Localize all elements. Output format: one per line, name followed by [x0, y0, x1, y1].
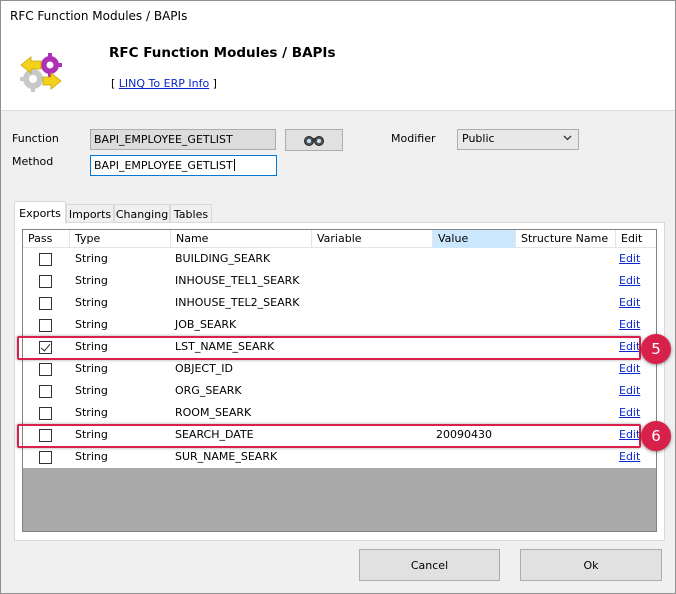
name-cell: INHOUSE_TEL1_SEARK — [175, 274, 300, 287]
window-title: RFC Function Modules / BAPIs — [10, 9, 188, 23]
link-bracket-close: ] — [212, 77, 217, 90]
modifier-label: Modifier — [391, 132, 436, 145]
tab-exports[interactable]: Exports — [14, 201, 66, 224]
ok-button[interactable]: Ok — [520, 549, 662, 581]
callout-highlight-6 — [17, 424, 641, 448]
pass-checkbox[interactable] — [39, 297, 52, 310]
name-cell: INHOUSE_TEL2_SEARK — [175, 296, 300, 309]
type-cell: String — [75, 406, 108, 419]
header-title: RFC Function Modules / BAPIs — [109, 45, 336, 61]
column-header-name[interactable]: Name — [171, 230, 312, 248]
name-cell: JOB_SEARK — [175, 318, 237, 331]
pass-checkbox[interactable] — [39, 363, 52, 376]
function-label: Function — [12, 132, 59, 145]
tab-changing[interactable]: Changing — [114, 204, 170, 224]
name-cell: ORG_SEARK — [175, 384, 242, 397]
edit-link[interactable]: Edit — [619, 270, 640, 292]
column-header-variable[interactable]: Variable — [312, 230, 433, 248]
pass-checkbox[interactable] — [39, 407, 52, 420]
type-cell: String — [75, 450, 108, 463]
pass-checkbox[interactable] — [39, 451, 52, 464]
table-row[interactable]: String SUR_NAME_SEARK Edit — [23, 446, 656, 468]
name-cell: SUR_NAME_SEARK — [175, 450, 278, 463]
type-cell: String — [75, 274, 108, 287]
search-function-button[interactable] — [285, 129, 343, 151]
edit-link[interactable]: Edit — [619, 292, 640, 314]
callout-badge-5: 5 — [641, 334, 671, 364]
tab-tables[interactable]: Tables — [170, 204, 212, 224]
table-row[interactable]: String INHOUSE_TEL2_SEARK Edit — [23, 292, 656, 314]
modifier-value: Public — [462, 132, 495, 145]
edit-link[interactable]: Edit — [619, 248, 640, 270]
edit-link[interactable]: Edit — [619, 402, 640, 424]
column-header-edit[interactable]: Edit — [616, 230, 656, 248]
title-bar: RFC Function Modules / BAPIs — [1, 1, 675, 31]
cancel-button-label: Cancel — [410, 558, 449, 572]
type-cell: String — [75, 384, 108, 397]
name-cell: BUILDING_SEARK — [175, 252, 271, 265]
column-header-value[interactable]: Value — [433, 230, 516, 248]
gears-logo-icon — [20, 53, 62, 92]
edit-link[interactable]: Edit — [619, 446, 640, 468]
edit-link[interactable]: Edit — [619, 314, 640, 336]
ok-button-label: Ok — [583, 558, 599, 572]
name-cell: ROOM_SEARK — [175, 406, 252, 419]
binoculars-icon — [304, 136, 324, 146]
tab-imports-label: Imports — [68, 208, 112, 221]
info-link-wrapper: [ LINQ To ERP Info ] — [111, 77, 217, 90]
callout-badge-6: 6 — [641, 421, 671, 451]
type-cell: String — [75, 362, 108, 375]
edit-link[interactable]: Edit — [619, 380, 640, 402]
dialog-header: RFC Function Modules / BAPIs [ LINQ To E… — [1, 31, 675, 111]
link-bracket-open: [ — [111, 77, 116, 90]
dialog-window: RFC Function Modules / BAPIs RFC Functio… — [0, 0, 676, 594]
method-value: BAPI_EMPLOYEE_GETLIST — [94, 159, 233, 172]
table-row[interactable]: String OBJECT_ID Edit — [23, 358, 656, 380]
column-header-type[interactable]: Type — [70, 230, 171, 248]
name-cell: OBJECT_ID — [175, 362, 234, 375]
grid-header: Pass Type Name Variable Value Structure … — [23, 230, 656, 248]
table-row[interactable]: String INHOUSE_TEL1_SEARK Edit — [23, 270, 656, 292]
edit-link[interactable]: Edit — [619, 358, 640, 380]
tab-imports[interactable]: Imports — [66, 204, 114, 224]
table-row[interactable]: String BUILDING_SEARK Edit — [23, 248, 656, 270]
chevron-down-icon — [563, 135, 572, 141]
cancel-button[interactable]: Cancel — [359, 549, 500, 581]
column-header-pass[interactable]: Pass — [23, 230, 70, 248]
method-field[interactable]: BAPI_EMPLOYEE_GETLIST — [90, 155, 277, 176]
pass-checkbox[interactable] — [39, 319, 52, 332]
pass-checkbox[interactable] — [39, 275, 52, 288]
text-caret — [233, 159, 235, 171]
tab-exports-label: Exports — [19, 206, 61, 220]
table-row[interactable]: String ROOM_SEARK Edit — [23, 402, 656, 424]
pass-checkbox[interactable] — [39, 253, 52, 266]
pass-checkbox[interactable] — [39, 385, 52, 398]
tab-tables-label: Tables — [173, 208, 209, 221]
modifier-select[interactable]: Public — [457, 129, 579, 150]
column-header-structure-name[interactable]: Structure Name — [516, 230, 616, 248]
method-label: Method — [12, 155, 54, 168]
table-row[interactable]: String JOB_SEARK Edit — [23, 314, 656, 336]
exports-grid[interactable]: Pass Type Name Variable Value Structure … — [22, 229, 657, 532]
callout-highlight-5 — [17, 336, 641, 360]
table-row[interactable]: String ORG_SEARK Edit — [23, 380, 656, 402]
linq-to-erp-info-link[interactable]: LINQ To ERP Info — [119, 77, 209, 90]
type-cell: String — [75, 252, 108, 265]
type-cell: String — [75, 296, 108, 309]
tab-changing-label: Changing — [115, 208, 169, 221]
type-cell: String — [75, 318, 108, 331]
function-field[interactable]: BAPI_EMPLOYEE_GETLIST — [90, 129, 276, 150]
